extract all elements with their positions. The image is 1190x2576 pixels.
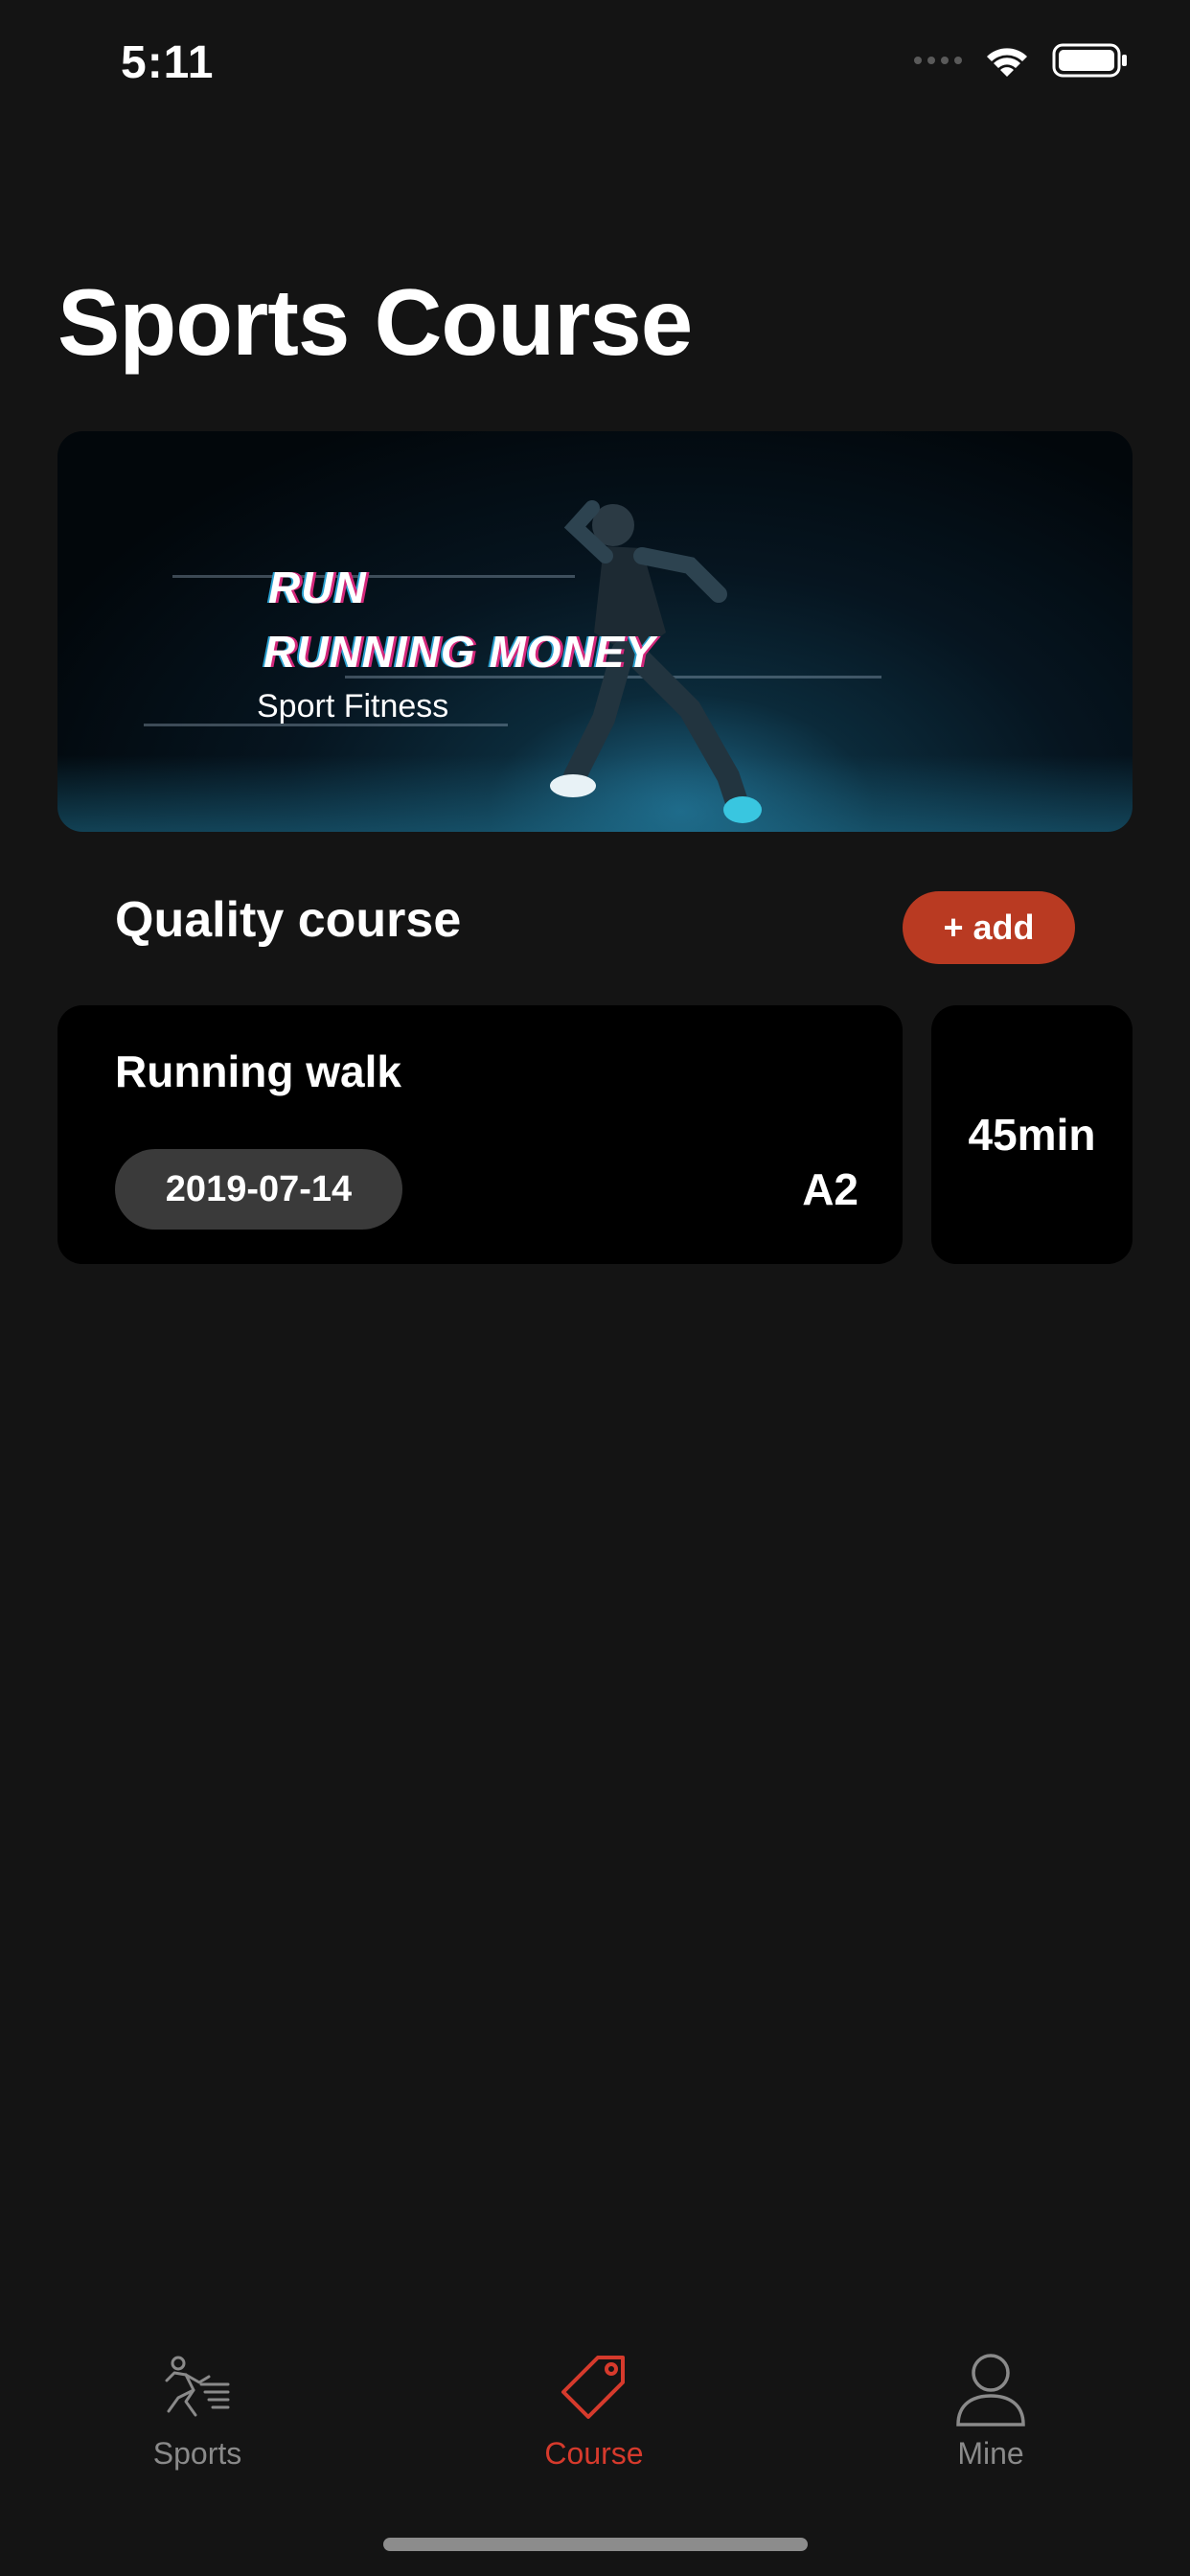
tab-sports-label: Sports <box>152 2436 242 2471</box>
screen: 5:11 Sports Course RUN RUNNING MONEY Spo… <box>0 0 1190 2576</box>
add-course-button[interactable]: + add <box>903 891 1075 964</box>
tab-course[interactable]: Course <box>498 2348 690 2472</box>
banner-headline-2: RUNNING MONEY <box>263 627 656 677</box>
signal-icon <box>914 57 962 64</box>
course-date-badge: 2019-07-14 <box>115 1149 402 1230</box>
status-time: 5:11 <box>121 37 215 88</box>
banner-subtitle: Sport Fitness <box>257 688 449 724</box>
section-title: Quality course <box>115 892 462 948</box>
tag-icon <box>561 2356 625 2419</box>
status-icons <box>914 42 1129 79</box>
page-title: Sports Course <box>57 269 693 375</box>
tab-sports[interactable]: Sports <box>102 2348 293 2472</box>
wifi-icon <box>987 48 1027 77</box>
hero-banner[interactable]: RUN RUNNING MONEY Sport Fitness <box>57 431 1133 832</box>
battery-icon <box>1052 43 1127 78</box>
home-indicator[interactable] <box>383 2538 808 2551</box>
banner-headline-1: RUN <box>268 563 367 612</box>
course-level: A2 <box>802 1164 858 1214</box>
tab-mine[interactable]: Mine <box>895 2348 1087 2472</box>
course-card[interactable]: Running walk 2019-07-14 A2 <box>57 1005 903 1264</box>
runner-icon <box>165 2356 230 2417</box>
tab-course-label: Course <box>544 2436 644 2471</box>
tab-mine-label: Mine <box>957 2436 1024 2471</box>
person-icon <box>956 2354 1025 2426</box>
course-name: Running walk <box>115 1046 401 1096</box>
course-duration[interactable]: 45min <box>931 1005 1133 1264</box>
